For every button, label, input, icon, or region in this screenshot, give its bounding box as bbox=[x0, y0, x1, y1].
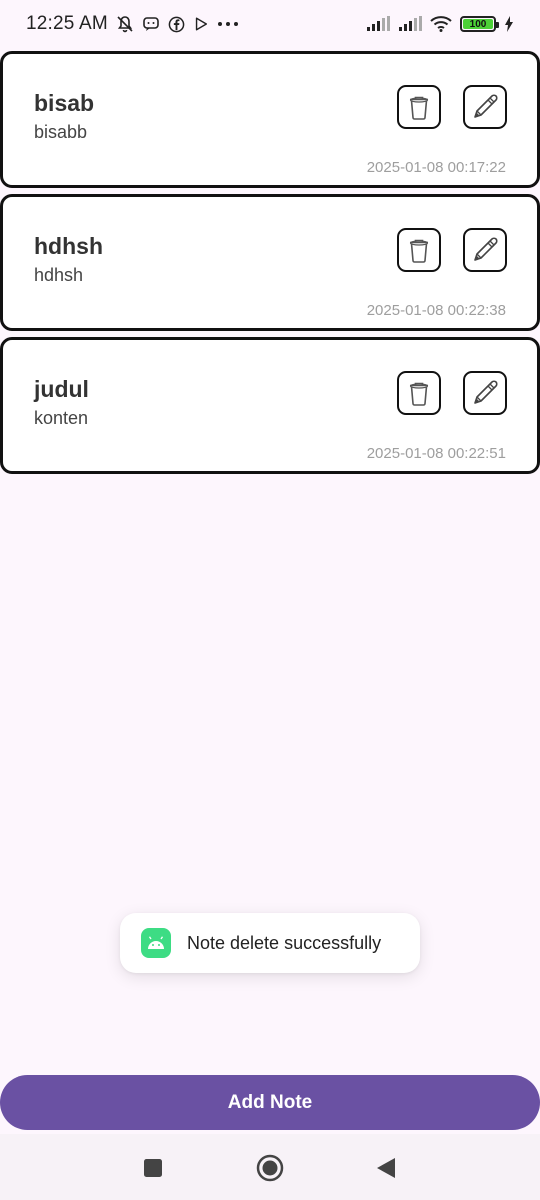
home-circle-icon bbox=[256, 1154, 284, 1182]
pencil-icon bbox=[474, 380, 498, 404]
back-triangle-icon bbox=[377, 1158, 395, 1178]
pencil-icon bbox=[474, 94, 498, 118]
recents-button[interactable] bbox=[142, 1157, 164, 1179]
more-dots-icon bbox=[217, 19, 239, 29]
add-note-label: Add Note bbox=[227, 1091, 313, 1113]
status-bar: 12:25 AM 100 bbox=[0, 0, 540, 48]
note-title: bisab bbox=[34, 90, 95, 116]
note-content: konten bbox=[34, 408, 89, 428]
trash-icon bbox=[409, 96, 429, 120]
battery-icon: 100 bbox=[460, 16, 499, 32]
mute-bell-icon bbox=[116, 15, 134, 33]
add-note-button[interactable]: Add Note bbox=[0, 1075, 540, 1130]
status-time: 12:25 AM bbox=[26, 13, 108, 34]
note-card[interactable]: hdhsh hdhsh 2025-01-08 00:22:38 bbox=[0, 194, 540, 331]
note-date: 2025-01-08 00:22:38 bbox=[366, 302, 506, 319]
recents-square-icon bbox=[144, 1159, 162, 1177]
note-card[interactable]: judul konten 2025-01-08 00:22:51 bbox=[0, 337, 540, 474]
android-icon bbox=[141, 928, 171, 958]
note-title: hdhsh bbox=[34, 233, 103, 259]
charging-icon bbox=[504, 16, 514, 32]
facebook-icon bbox=[168, 16, 185, 33]
note-date: 2025-01-08 00:17:22 bbox=[366, 159, 506, 176]
play-store-icon bbox=[193, 16, 209, 32]
navigation-bar bbox=[0, 1134, 540, 1200]
note-list: bisab bisabb 2025-01-08 00:17:22 hdhsh h… bbox=[0, 51, 540, 480]
delete-note-button[interactable] bbox=[397, 371, 441, 415]
toast: Note delete successfully bbox=[120, 913, 420, 973]
edit-note-button[interactable] bbox=[463, 371, 507, 415]
battery-level: 100 bbox=[463, 19, 493, 30]
home-button[interactable] bbox=[256, 1154, 284, 1182]
delete-note-button[interactable] bbox=[397, 85, 441, 129]
signal-icon bbox=[398, 16, 422, 32]
note-content: hdhsh bbox=[34, 265, 84, 285]
note-title: judul bbox=[34, 376, 89, 402]
note-content: bisabb bbox=[34, 122, 88, 142]
back-button[interactable] bbox=[375, 1156, 397, 1180]
note-date: 2025-01-08 00:22:51 bbox=[366, 445, 506, 462]
edit-note-button[interactable] bbox=[463, 85, 507, 129]
toast-message: Note delete successfully bbox=[187, 932, 382, 953]
edit-note-button[interactable] bbox=[463, 228, 507, 272]
trash-icon bbox=[409, 382, 429, 406]
note-card[interactable]: bisab bisabb 2025-01-08 00:17:22 bbox=[0, 51, 540, 188]
delete-note-button[interactable] bbox=[397, 228, 441, 272]
notification-icons bbox=[116, 15, 239, 33]
trash-icon bbox=[409, 239, 429, 263]
pencil-icon bbox=[474, 237, 498, 261]
signal-icon bbox=[366, 16, 390, 32]
chat-bubble-icon bbox=[142, 15, 160, 33]
wifi-icon bbox=[430, 16, 452, 32]
system-icons: 100 bbox=[366, 16, 514, 32]
